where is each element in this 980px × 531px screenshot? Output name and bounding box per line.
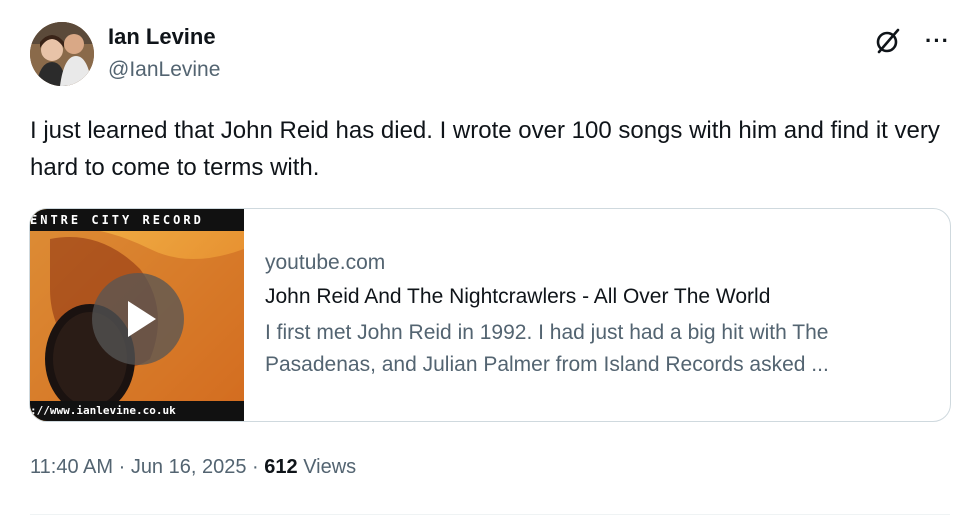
tweet-date[interactable]: Jun 16, 2025 xyxy=(131,456,247,478)
meta-separator: · xyxy=(246,456,265,478)
card-title: John Reid And The Nightcrawlers - All Ov… xyxy=(265,285,771,308)
views-label: Views xyxy=(303,456,357,478)
card-domain: youtube.com xyxy=(265,251,386,274)
thumbnail-top-banner: ENTRE CITY RECORD xyxy=(30,209,244,231)
tweet-meta: 11:40 AM · Jun 16, 2025 · 612 Views xyxy=(30,456,356,479)
views-count[interactable]: 612 xyxy=(264,456,297,478)
more-icon[interactable]: ··· xyxy=(925,30,950,52)
meta-separator: · xyxy=(113,456,131,478)
author-handle[interactable]: @IanLevine xyxy=(108,58,220,82)
video-thumbnail[interactable]: ENTRE CITY RECORD ://www.ianlevine.co.uk xyxy=(30,209,244,421)
tweet-text: I just learned that John Reid has died. … xyxy=(30,117,940,181)
author-name[interactable]: Ian Levine xyxy=(108,24,216,50)
card-description: I first met John Reid in 1992. I had jus… xyxy=(265,321,829,376)
divider xyxy=(30,514,950,515)
tweet-actions-top: ··· xyxy=(873,26,950,56)
grok-icon[interactable] xyxy=(873,26,903,56)
avatar[interactable] xyxy=(30,22,94,86)
link-card[interactable]: ENTRE CITY RECORD ://www.ianlevine.co.uk… xyxy=(29,208,951,422)
thumbnail-bottom-banner: ://www.ianlevine.co.uk xyxy=(30,401,244,421)
play-icon[interactable] xyxy=(90,271,186,367)
tweet-time[interactable]: 11:40 AM xyxy=(30,456,113,478)
